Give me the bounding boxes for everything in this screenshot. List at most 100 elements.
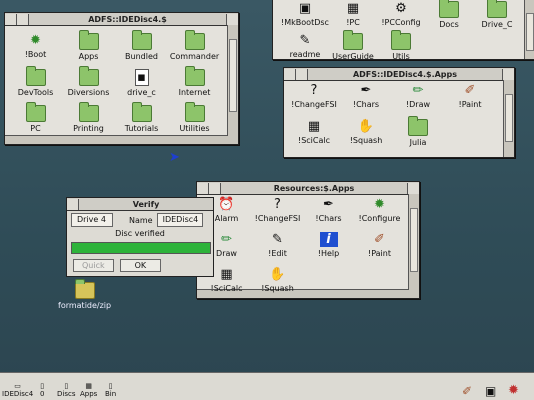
iconbar-apps[interactable]: ▦ Apps bbox=[80, 382, 97, 398]
configure-gear-icon: ✹ bbox=[374, 197, 385, 212]
folder-utils[interactable]: Utils bbox=[377, 30, 425, 63]
back-button[interactable] bbox=[284, 68, 296, 80]
name-label: Name bbox=[129, 215, 153, 225]
verify-dialog: Verify Drive 4 Name IDEDisc4 Disc verifi… bbox=[66, 197, 214, 277]
folder-tutorials[interactable]: Tutorials bbox=[115, 102, 168, 135]
app-icon-draw[interactable]: ✏ !Draw bbox=[392, 83, 444, 113]
dialog-title-bar[interactable]: Verify bbox=[67, 198, 213, 211]
toggle-size-button[interactable] bbox=[226, 13, 238, 25]
file-drive-c[interactable]: ▪ drive_c bbox=[115, 69, 168, 99]
folder-icon bbox=[131, 102, 152, 122]
file-icon-pcconfig[interactable]: ⚙ !PCConfig bbox=[377, 1, 425, 31]
folder-devtools[interactable]: DevTools bbox=[9, 66, 62, 99]
title-bar[interactable]: ADFS::IDEDisc4.$ bbox=[5, 13, 238, 26]
vertical-scrollbar[interactable] bbox=[408, 194, 419, 298]
folder-internet[interactable]: Internet bbox=[168, 66, 221, 99]
file-icon-userguide[interactable]: UserGuide bbox=[329, 30, 377, 63]
folder-icon bbox=[25, 66, 46, 86]
iconbar-configure[interactable]: ✹ bbox=[508, 383, 519, 398]
file-icon-pc[interactable]: ▦ !PC bbox=[329, 1, 377, 31]
iconbar-discs[interactable]: ▯ Discs bbox=[57, 382, 75, 398]
folder-bundled[interactable]: Bundled bbox=[115, 30, 168, 63]
iconbar-taskwindow[interactable]: ▣ bbox=[485, 384, 496, 398]
disc-name-field[interactable]: IDEDisc4 bbox=[156, 213, 203, 227]
folder-pc[interactable]: PC bbox=[9, 102, 62, 135]
close-button[interactable] bbox=[209, 182, 221, 194]
terminal-icon: ▣ bbox=[485, 384, 497, 398]
pc-app-icon: ▦ bbox=[346, 1, 360, 16]
close-button[interactable] bbox=[296, 68, 308, 80]
folder-diversions[interactable]: Diversions bbox=[62, 66, 115, 99]
iconbar-drive-idedisc4[interactable]: ▭ IDEDisc4 bbox=[2, 382, 33, 398]
quick-button[interactable]: Quick bbox=[73, 259, 114, 272]
folder-icon bbox=[78, 102, 99, 122]
iconbar-bin[interactable]: ▯ Bin bbox=[105, 382, 116, 398]
folder-docs[interactable]: Docs bbox=[425, 0, 473, 31]
horizontal-scrollbar[interactable] bbox=[5, 135, 228, 144]
folder-icon bbox=[184, 66, 205, 86]
toggle-size-button[interactable] bbox=[407, 182, 419, 194]
toggle-size-button[interactable] bbox=[502, 68, 514, 80]
folder-icon bbox=[184, 102, 205, 122]
title-bar[interactable]: ADFS::IDEDisc4.$.Apps bbox=[284, 68, 514, 81]
discs-icon: ▯ bbox=[64, 382, 69, 390]
app-icon-changefsi[interactable]: ? !ChangeFSI bbox=[288, 83, 340, 113]
ok-button[interactable]: OK bbox=[119, 259, 162, 272]
window-title: ADFS::IDEDisc4.$ bbox=[88, 14, 167, 24]
app-icon-paint[interactable]: ✐ !Paint bbox=[444, 83, 496, 113]
vertical-scrollbar[interactable] bbox=[503, 80, 514, 157]
app-icon-scicalc[interactable]: ▦ !SciCalc bbox=[288, 119, 340, 149]
paint-icon: ✐ bbox=[462, 384, 473, 398]
app-icon-squash[interactable]: ✋ !Squash bbox=[252, 267, 303, 297]
app-icon-chars[interactable]: ✒ !Chars bbox=[340, 83, 392, 113]
progress-fill bbox=[72, 243, 210, 253]
folder-utilities[interactable]: Utilities bbox=[168, 102, 221, 135]
file-icon-mkbootdsc[interactable]: ▣ !MkBootDsc bbox=[281, 1, 329, 31]
folder-icon bbox=[131, 30, 152, 50]
desktop-file-formatide[interactable]: formatide/zip bbox=[58, 279, 111, 310]
harddisc-icon: ▭ bbox=[14, 382, 21, 390]
draw-icon: ✏ bbox=[221, 232, 232, 247]
folder-icon bbox=[439, 0, 459, 18]
mkbootdsc-icon: ▣ bbox=[298, 1, 312, 16]
paint-icon: ✐ bbox=[464, 83, 476, 98]
calculator-icon: ▦ bbox=[307, 119, 321, 134]
iconbar-drive-0[interactable]: ▯ 0 bbox=[40, 382, 44, 398]
squash-icon: ✋ bbox=[269, 267, 286, 282]
file-icon-readme[interactable]: ✎ readme bbox=[281, 33, 329, 63]
edit-icon: ✎ bbox=[272, 232, 283, 247]
folder-icon bbox=[78, 30, 99, 50]
title-bar[interactable]: Resources:$.Apps bbox=[197, 182, 419, 195]
app-icon-squash[interactable]: ✋ !Squash bbox=[340, 119, 392, 149]
boot-gear-icon: ✹ bbox=[30, 33, 41, 48]
close-button[interactable] bbox=[17, 13, 29, 25]
app-icon-edit[interactable]: ✎ !Edit bbox=[252, 232, 303, 262]
chars-icon: ✒ bbox=[323, 197, 334, 212]
back-button[interactable] bbox=[197, 182, 209, 194]
app-icon-configure[interactable]: ✹ !Configure bbox=[354, 197, 405, 227]
text-document-icon: ✎ bbox=[299, 33, 311, 48]
app-icon-changefsi[interactable]: ? !ChangeFSI bbox=[252, 197, 303, 227]
folder-icon bbox=[487, 0, 507, 18]
configure-gear-icon: ✹ bbox=[508, 383, 519, 398]
app-icon-chars[interactable]: ✒ !Chars bbox=[303, 197, 354, 227]
folder-julia[interactable]: Julia bbox=[392, 116, 444, 149]
iconbar-paint[interactable]: ✐ bbox=[462, 384, 472, 398]
app-icon-boot[interactable]: ✹ !Boot bbox=[9, 33, 62, 63]
floppy-icon: ▯ bbox=[40, 382, 45, 390]
folder-icon bbox=[408, 116, 428, 136]
folder-printing[interactable]: Printing bbox=[62, 102, 115, 135]
window-title: ADFS::IDEDisc4.$.Apps bbox=[352, 69, 458, 79]
vertical-scrollbar[interactable] bbox=[524, 0, 534, 59]
dialog-title: Verify bbox=[132, 199, 160, 209]
close-button[interactable] bbox=[67, 198, 79, 210]
back-button[interactable] bbox=[5, 13, 17, 25]
folder-apps[interactable]: Apps bbox=[62, 30, 115, 63]
folder-drive-c[interactable]: Drive_C bbox=[473, 0, 521, 31]
folder-commander[interactable]: Commander bbox=[168, 30, 221, 63]
calculator-icon: ▦ bbox=[220, 267, 233, 282]
app-icon-help[interactable]: i !Help bbox=[303, 232, 354, 262]
app-icon-paint[interactable]: ✐ !Paint bbox=[354, 232, 405, 262]
folder-icon bbox=[391, 30, 411, 50]
vertical-scrollbar[interactable] bbox=[227, 25, 238, 144]
